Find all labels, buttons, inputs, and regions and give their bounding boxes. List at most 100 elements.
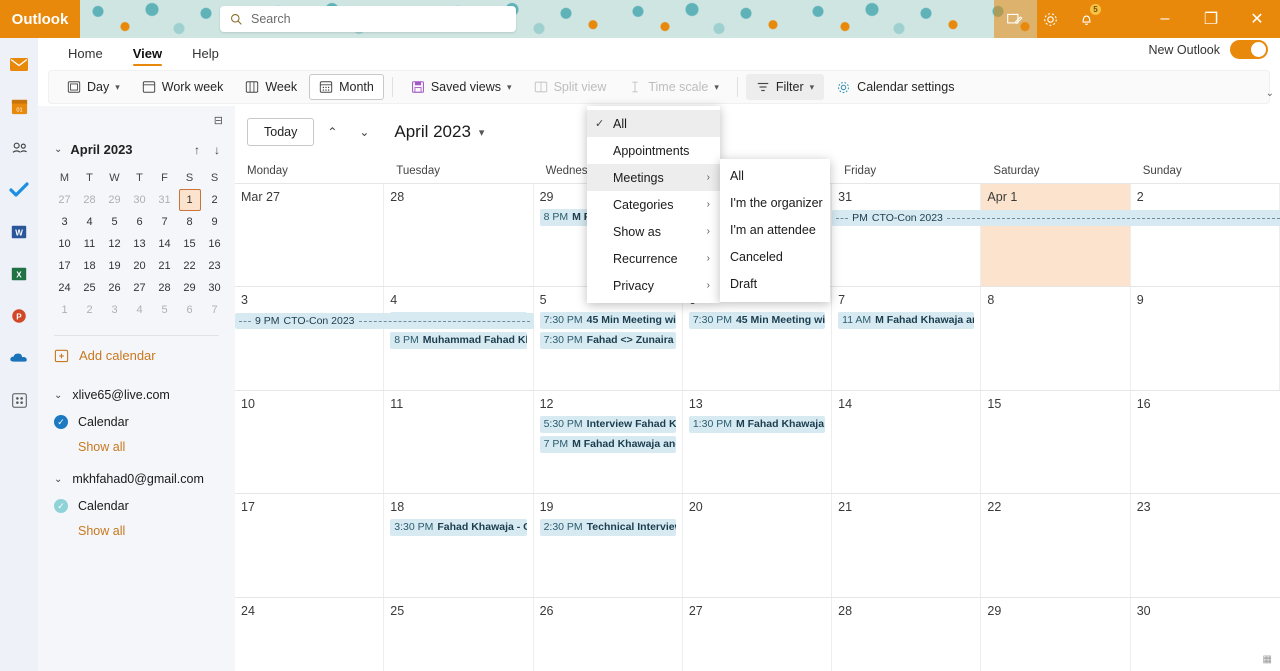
mini-cal-day[interactable]: 23 — [204, 255, 226, 277]
calendar-day-cell[interactable]: 27 — [683, 597, 833, 671]
calendar-event[interactable]: 1:30 PM M Fahad Khawaja a — [688, 415, 826, 433]
calendar-day-cell[interactable]: 16 — [1131, 391, 1280, 493]
mini-cal-day[interactable]: 29 — [179, 277, 201, 299]
calendar-day-cell[interactable]: 13 1:30 PM M Fahad Khawaja a — [683, 390, 833, 494]
mini-cal-day[interactable]: 24 — [54, 277, 76, 299]
calendar-day-cell[interactable]: 9 — [1131, 287, 1280, 390]
close-button[interactable]: ✕ — [1234, 0, 1280, 38]
calendar-checkbox-icon[interactable]: ✓ — [54, 499, 68, 513]
mini-cal-day[interactable]: 13 — [129, 233, 151, 255]
mini-cal-day[interactable]: 28 — [154, 277, 176, 299]
mini-cal-day[interactable]: 3 — [104, 299, 126, 321]
calendar-item-mkhfahad0[interactable]: ✓ Calendar — [38, 493, 235, 519]
mini-cal-day[interactable]: 29 — [104, 189, 126, 211]
next-month-button[interactable]: ⌄ — [350, 118, 378, 146]
rail-item-word[interactable]: W — [7, 220, 31, 244]
mini-cal-day[interactable]: 9 — [204, 211, 226, 233]
calendar-event[interactable]: 7 PM M Fahad Khawaja and — [539, 435, 676, 453]
meetings-submenu-item-i-m-the-organizer[interactable]: I'm the organizer — [720, 190, 830, 217]
calendar-day-cell[interactable]: 22 — [981, 494, 1131, 597]
calendar-day-cell[interactable]: 28 — [384, 184, 534, 287]
mini-cal-day[interactable]: 27 — [129, 277, 151, 299]
work-week-button[interactable]: Work week — [132, 74, 234, 100]
calendar-day-cell[interactable]: 25 — [384, 597, 534, 671]
calendar-day-cell[interactable]: 26 — [534, 597, 683, 671]
calendar-day-cell[interactable]: 7 11 AM M Fahad Khawaja an — [832, 287, 982, 390]
mini-cal-day[interactable]: 3 — [54, 211, 76, 233]
previous-month-button[interactable]: ⌃ — [318, 118, 346, 146]
mini-cal-day[interactable]: 4 — [79, 211, 101, 233]
calendar-day-cell[interactable]: 17 — [235, 494, 385, 597]
notifications-bell-icon[interactable]: 5 — [1076, 4, 1101, 29]
calendar-day-cell[interactable]: 30 — [1131, 598, 1280, 671]
mini-cal-day[interactable]: 15 — [179, 233, 201, 255]
calendar-event[interactable]: 8 PM Muhammad Fahad Kh — [390, 332, 527, 350]
meetings-submenu-item-i-m-an-attendee[interactable]: I'm an attendee — [720, 217, 830, 244]
rail-item-onedrive[interactable] — [7, 346, 31, 370]
ribbon-collapse-button[interactable]: ⌄ — [1266, 88, 1274, 99]
calendar-multiday-event[interactable]: 9 PM CTO-Con 2023 — [235, 313, 534, 330]
filter-menu-item-privacy[interactable]: Privacy › — [587, 272, 720, 299]
maximize-button[interactable]: ❐ — [1188, 0, 1234, 38]
mini-cal-day[interactable]: 27 — [54, 189, 76, 211]
mini-cal-day[interactable]: 17 — [54, 255, 76, 277]
rail-item-excel[interactable]: X — [7, 262, 31, 286]
tab-help[interactable]: Help — [180, 41, 231, 68]
current-month-selector[interactable]: April 2023 ▾ — [394, 122, 484, 142]
calendar-event[interactable]: 5:30 PM Interview Fahad Kh — [539, 415, 676, 433]
meetings-submenu-item-draft[interactable]: Draft — [720, 271, 830, 298]
calendar-event[interactable]: 3:30 PM Fahad Khawaja - O — [390, 519, 527, 537]
rail-item-people[interactable] — [7, 136, 31, 160]
mini-calendar-chevron-icon[interactable]: ⌄ — [54, 144, 62, 155]
mini-cal-day[interactable]: 18 — [79, 255, 101, 277]
chevron-down-icon[interactable]: ▾ — [479, 126, 485, 139]
calendar-event[interactable]: 7:30 PM 45 Min Meeting wi — [688, 312, 826, 330]
calendar-day-cell[interactable]: 24 — [235, 597, 385, 671]
rail-item-mail[interactable] — [7, 52, 31, 76]
chevron-down-icon[interactable]: ▾ — [507, 82, 512, 93]
calendar-day-cell[interactable]: 12 5:30 PM Interview Fahad Kh 7 PM M Fahad K… — [534, 390, 683, 494]
saved-views-button[interactable]: Saved views ▾ — [401, 74, 522, 100]
calendar-day-cell[interactable]: 10 — [235, 390, 385, 494]
mini-cal-day[interactable]: 11 — [79, 233, 101, 255]
mini-cal-day[interactable]: 6 — [129, 211, 151, 233]
mini-calendar-prev-icon[interactable]: ↑ — [191, 143, 203, 157]
mini-cal-day[interactable]: 7 — [154, 211, 176, 233]
calendar-day-cell[interactable]: 15 — [981, 390, 1131, 494]
new-outlook-toggle[interactable] — [1230, 40, 1268, 59]
rail-item-calendar[interactable]: 01 — [7, 94, 31, 118]
day-view-button[interactable]: Day ▾ — [57, 74, 130, 100]
mini-cal-day-today[interactable]: 1 — [178, 189, 201, 211]
calendar-day-cell[interactable]: 8 — [981, 287, 1131, 390]
calendar-day-cell[interactable]: 2 — [1131, 184, 1280, 287]
mini-cal-day[interactable]: 20 — [129, 255, 151, 277]
mini-cal-day[interactable]: 8 — [179, 211, 201, 233]
filter-button[interactable]: Filter ▾ — [745, 74, 825, 100]
mini-cal-day[interactable]: 2 — [79, 299, 101, 321]
chevron-down-icon[interactable]: ⌄ — [54, 390, 62, 401]
mini-cal-day[interactable]: 21 — [154, 255, 176, 277]
mini-cal-day[interactable]: 30 — [129, 189, 151, 211]
calendar-day-cell[interactable]: 19 2:30 PM Technical Interview — [534, 494, 683, 597]
chevron-down-icon[interactable]: ⌄ — [54, 474, 62, 485]
week-view-button[interactable]: Week — [235, 74, 307, 100]
calendar-day-cell[interactable]: 29 — [981, 597, 1131, 671]
account-header-mkhfahad0[interactable]: ⌄ mkhfahad0@gmail.com — [38, 465, 235, 493]
mini-cal-day[interactable]: 6 — [179, 299, 201, 321]
calendar-day-cell[interactable]: 41:30 PMMarkaz - Fahad - W8 PMMuhammad F… — [384, 287, 534, 390]
settings-gear-icon[interactable] — [1040, 9, 1060, 29]
compose-meeting-icon[interactable] — [1004, 9, 1024, 29]
mini-cal-day[interactable]: 10 — [54, 233, 76, 255]
calendar-day-cell[interactable]: 21 — [832, 494, 982, 597]
show-all-link-1[interactable]: Show all — [38, 435, 235, 459]
filter-menu-item-recurrence[interactable]: Recurrence › — [587, 245, 720, 272]
mini-cal-day[interactable]: 30 — [204, 277, 226, 299]
mini-cal-day[interactable]: 12 — [104, 233, 126, 255]
mini-cal-day[interactable]: 5 — [154, 299, 176, 321]
calendar-day-cell[interactable]: Mar 27 — [235, 184, 385, 287]
sidebar-collapse-button[interactable]: ⊟ — [214, 114, 223, 127]
mini-cal-day[interactable]: 25 — [79, 277, 101, 299]
mini-cal-day[interactable]: 1 — [54, 299, 76, 321]
mini-cal-day[interactable]: 5 — [104, 211, 126, 233]
calendar-event[interactable]: 11 AM M Fahad Khawaja an — [838, 312, 975, 330]
